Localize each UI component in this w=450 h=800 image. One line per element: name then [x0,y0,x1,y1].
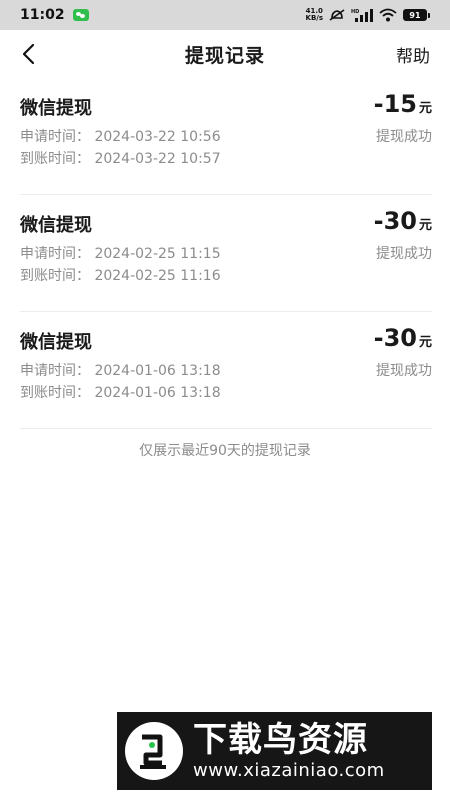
watermark-name: 下载鸟资源 [193,720,368,760]
amount-value: -15 [373,90,417,118]
record-amount: -30 元 [374,324,432,352]
amount-unit: 元 [418,218,432,233]
withdrawal-record-item[interactable]: 微信提现 -30 元 申请时间： 2024-02-25 11:15 到账时间： … [20,195,432,312]
status-bar: 11:02 41.0 KB/s HD 91 [0,0,450,30]
status-time: 11:02 [20,7,65,23]
record-status: 提现成功 [376,129,432,145]
wifi-icon [379,8,397,22]
withdrawal-record-list: 微信提现 -15 元 申请时间： 2024-03-22 10:56 到账时间： … [20,78,432,429]
battery-icon: 91 [403,9,430,21]
watermark-text: 下载鸟资源 www.xiazainiao.com [193,720,385,782]
apply-time: 申请时间： 2024-03-22 10:56 [20,129,221,145]
amount-unit: 元 [418,335,432,350]
amount-value: -30 [373,207,417,235]
watermark-url: www.xiazainiao.com [193,760,385,781]
record-status: 提现成功 [376,363,432,379]
record-title: 微信提现 [20,215,92,236]
withdrawal-record-item[interactable]: 微信提现 -30 元 申请时间： 2024-01-06 13:18 到账时间： … [20,312,432,429]
page-title: 提现记录 [184,44,265,67]
arrive-time: 到账时间： 2024-03-22 10:57 [20,151,221,167]
network-speed-unit: KB/s [305,14,323,22]
record-range-note: 仅展示最近90天的提现记录 [139,443,311,459]
help-button[interactable]: 帮助 [396,42,430,67]
chevron-left-icon [22,43,35,65]
watermark-banner: 下载鸟资源 www.xiazainiao.com [117,712,432,790]
bird-logo-icon [125,722,183,780]
record-title: 微信提现 [20,98,92,119]
hd-label: HD [351,9,359,15]
arrive-time: 到账时间： 2024-01-06 13:18 [20,385,221,401]
back-button[interactable] [14,40,42,68]
silent-icon [329,8,345,22]
amount-unit: 元 [418,101,432,116]
apply-time: 申请时间： 2024-02-25 11:15 [20,246,221,262]
record-status: 提现成功 [376,246,432,262]
apply-time: 申请时间： 2024-01-06 13:18 [20,363,221,379]
amount-value: -30 [373,324,417,352]
record-amount: -30 元 [374,207,432,235]
record-amount: -15 元 [374,90,432,118]
arrive-time: 到账时间： 2024-02-25 11:16 [20,268,221,284]
signal-icon: HD [351,8,373,22]
withdrawal-record-item[interactable]: 微信提现 -15 元 申请时间： 2024-03-22 10:56 到账时间： … [20,78,432,195]
battery-level: 91 [403,9,427,21]
navigation-bar: 提现记录 帮助 [0,30,450,78]
network-speed: 41.0 KB/s [306,8,323,22]
wechat-notification-icon [72,9,89,21]
status-icons: 41.0 KB/s HD 91 [306,8,430,22]
record-title: 微信提现 [20,332,92,353]
